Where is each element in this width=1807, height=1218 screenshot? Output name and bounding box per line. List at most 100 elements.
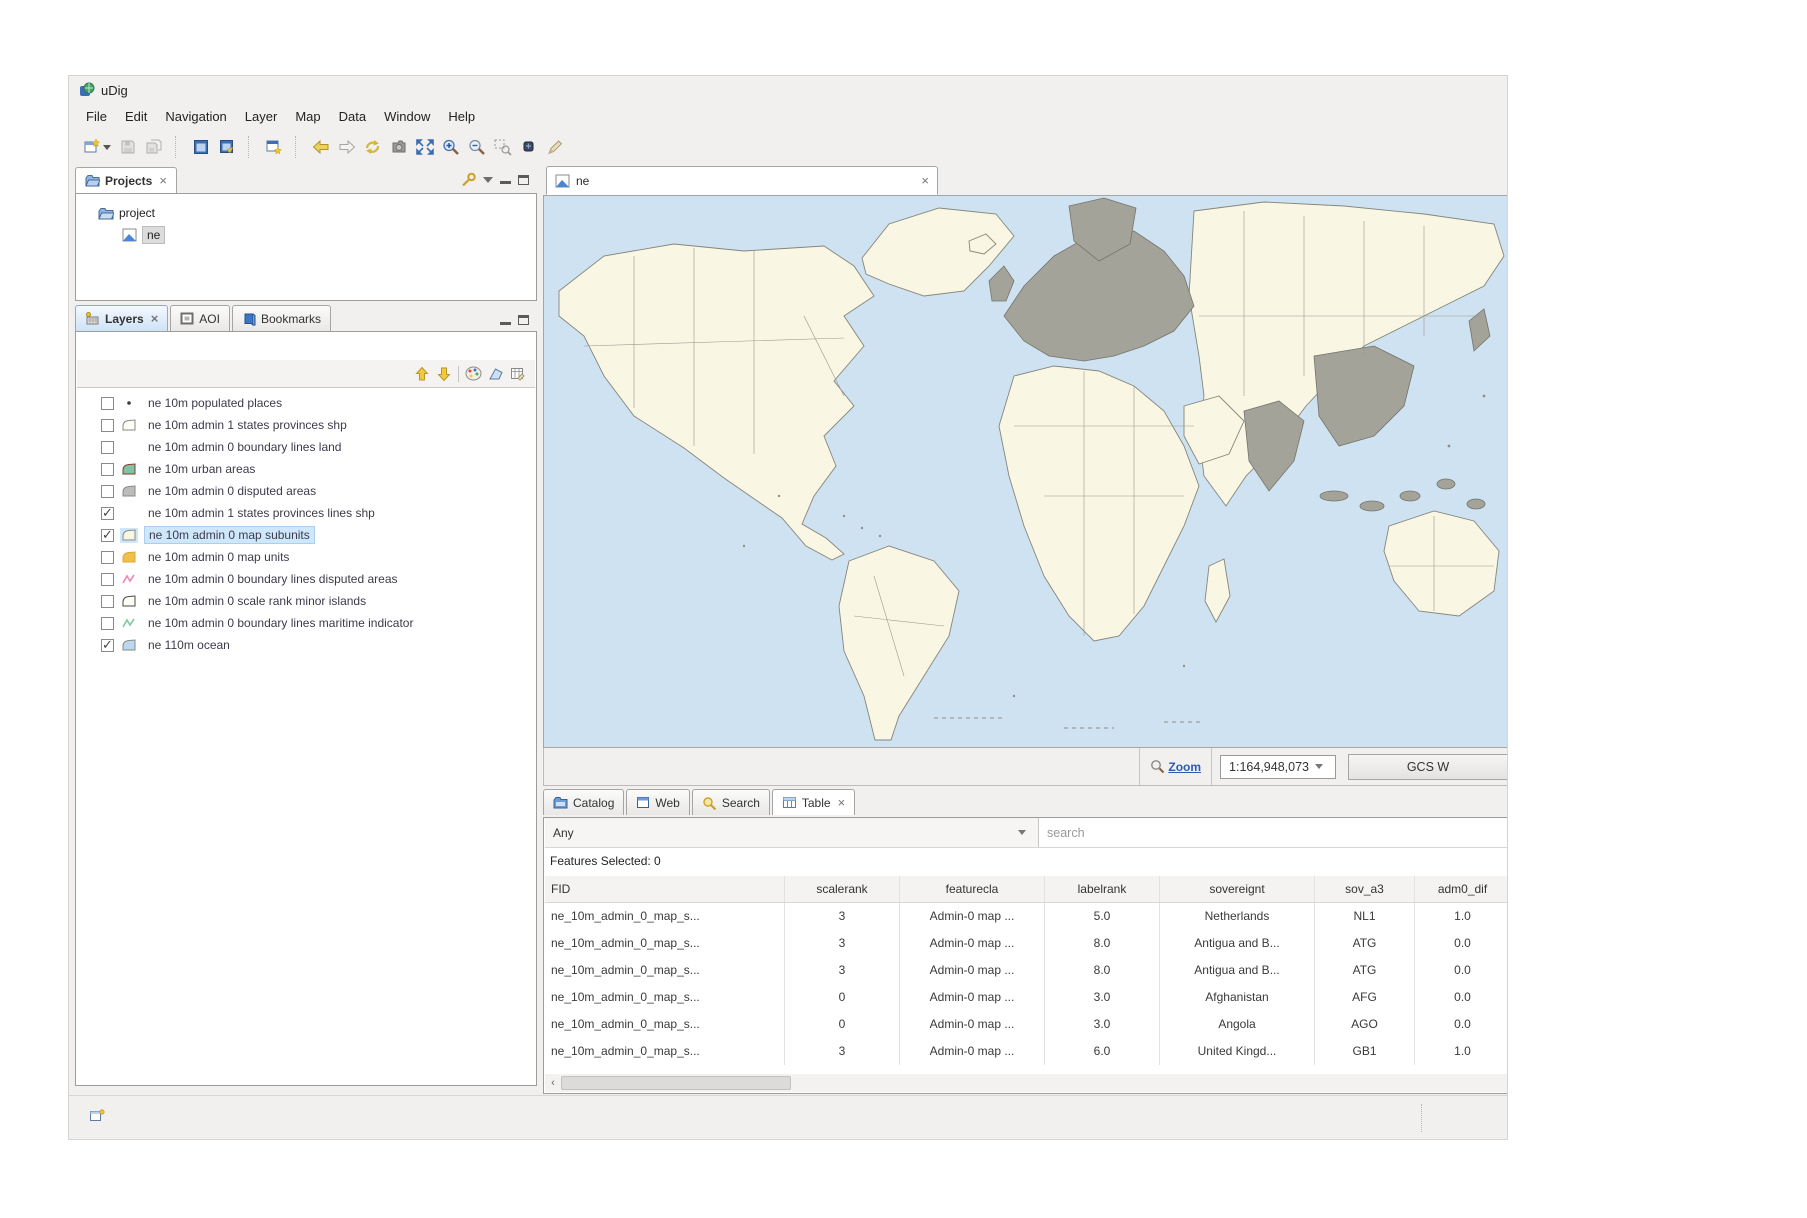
menu-data[interactable]: Data xyxy=(330,106,375,127)
col-labelrank[interactable]: labelrank xyxy=(1045,876,1160,902)
tab-ne-map[interactable]: ne × xyxy=(546,166,938,195)
add-layer-icon[interactable] xyxy=(261,134,287,160)
close-icon[interactable]: × xyxy=(149,314,159,324)
menu-navigation[interactable]: Navigation xyxy=(156,106,235,127)
menu-map[interactable]: Map xyxy=(286,106,329,127)
new-map-window-icon[interactable] xyxy=(214,134,240,160)
layer-checkbox[interactable] xyxy=(101,529,114,542)
layer-checkbox[interactable] xyxy=(101,595,114,608)
fast-view-icon[interactable] xyxy=(89,1108,105,1123)
save-all-icon[interactable] xyxy=(141,134,167,160)
layer-row-populated-places[interactable]: ne 10m populated places xyxy=(77,392,535,414)
menu-file[interactable]: File xyxy=(77,106,116,127)
edit-pencil-icon[interactable] xyxy=(542,134,568,160)
layer-checkbox[interactable] xyxy=(101,507,114,520)
zoom-in-icon[interactable] xyxy=(438,134,464,160)
new-map-icon[interactable] xyxy=(79,134,105,160)
save-icon[interactable] xyxy=(115,134,141,160)
col-sovereignt[interactable]: sovereignt xyxy=(1160,876,1315,902)
table-row[interactable]: ne_10m_admin_0_map_s... 3 Admin-0 map ..… xyxy=(545,957,1507,984)
style-palette-icon[interactable] xyxy=(465,366,482,381)
menu-layer[interactable]: Layer xyxy=(236,106,287,127)
layer-row-ocean[interactable]: ne 110m ocean xyxy=(77,634,535,656)
open-table-icon[interactable] xyxy=(510,366,527,381)
layer-checkbox[interactable] xyxy=(101,441,114,454)
table-row[interactable]: ne_10m_admin_0_map_s... 0 Admin-0 map ..… xyxy=(545,1011,1507,1038)
crs-button[interactable]: GCS W xyxy=(1348,754,1508,780)
commit-icon[interactable] xyxy=(386,134,412,160)
col-fid[interactable]: FID xyxy=(545,876,785,902)
tab-layers[interactable]: Layers × xyxy=(75,305,168,331)
bottom-tab-row: Catalog Web Search Table × xyxy=(543,788,1508,815)
layer-row-boundary-disputed[interactable]: ne 10m admin 0 boundary lines disputed a… xyxy=(77,568,535,590)
layer-row-map-subunits[interactable]: ne 10m admin 0 map subunits xyxy=(77,524,535,546)
layer-checkbox[interactable] xyxy=(101,485,114,498)
menu-edit[interactable]: Edit xyxy=(116,106,156,127)
layer-row-boundary-land[interactable]: ne 10m admin 0 boundary lines land xyxy=(77,436,535,458)
layer-checkbox[interactable] xyxy=(101,617,114,630)
tab-table[interactable]: Table × xyxy=(772,789,855,815)
col-featurecla[interactable]: featurecla xyxy=(900,876,1045,902)
view-menu-icon[interactable] xyxy=(483,177,493,183)
tree-item-project[interactable]: project xyxy=(98,202,536,224)
maximize-icon[interactable] xyxy=(518,315,529,325)
tree-item-ne-map[interactable]: ne xyxy=(122,224,536,246)
new-map-dropdown-icon[interactable] xyxy=(103,145,111,150)
tab-web[interactable]: Web xyxy=(626,789,689,815)
horizontal-scrollbar[interactable]: ‹ xyxy=(545,1074,1507,1092)
table-row[interactable]: ne_10m_admin_0_map_s... 3 Admin-0 map ..… xyxy=(545,930,1507,957)
layer-row-disputed-areas[interactable]: ne 10m admin 0 disputed areas xyxy=(77,480,535,502)
tab-projects[interactable]: Projects × xyxy=(75,167,177,193)
attribute-filter-combo[interactable]: Any xyxy=(545,818,1039,847)
zoom-selection-icon[interactable] xyxy=(490,134,516,160)
col-scalerank[interactable]: scalerank xyxy=(785,876,900,902)
layer-row-maritime-indicator[interactable]: ne 10m admin 0 boundary lines maritime i… xyxy=(77,612,535,634)
pan-icon[interactable] xyxy=(516,134,542,160)
open-map-icon[interactable] xyxy=(188,134,214,160)
layer-checkbox[interactable] xyxy=(101,463,114,476)
menu-help[interactable]: Help xyxy=(439,106,484,127)
zoom-extent-icon[interactable] xyxy=(412,134,438,160)
layer-row-urban-areas[interactable]: ne 10m urban areas xyxy=(77,458,535,480)
close-icon[interactable]: × xyxy=(836,798,846,808)
search-input[interactable] xyxy=(1039,818,1507,847)
layer-checkbox[interactable] xyxy=(101,573,114,586)
edit-geometry-icon[interactable] xyxy=(488,366,504,381)
zoom-out-icon[interactable] xyxy=(464,134,490,160)
tab-aoi[interactable]: AOI xyxy=(170,305,230,331)
col-sov-a3[interactable]: sov_a3 xyxy=(1315,876,1415,902)
layer-row-admin1-lines[interactable]: ne 10m admin 1 states provinces lines sh… xyxy=(77,502,535,524)
scale-combo[interactable]: 1:164,948,073 xyxy=(1220,755,1336,779)
close-icon[interactable]: × xyxy=(157,176,167,186)
layer-checkbox[interactable] xyxy=(101,397,114,410)
table-row-clipped[interactable]: ne_10m_admin_0_map_s... 3 Admin-0 map ..… xyxy=(545,1038,1507,1065)
menu-window[interactable]: Window xyxy=(375,106,439,127)
blank-symbol xyxy=(120,506,138,521)
move-layer-down-icon[interactable] xyxy=(436,366,452,382)
layer-row-map-units[interactable]: ne 10m admin 0 map units xyxy=(77,546,535,568)
tab-search[interactable]: Search xyxy=(692,789,770,815)
zoom-link[interactable]: Zoom xyxy=(1168,760,1201,774)
layer-checkbox[interactable] xyxy=(101,639,114,652)
back-icon[interactable] xyxy=(308,134,334,160)
close-icon[interactable]: × xyxy=(919,176,929,186)
minimize-icon[interactable] xyxy=(500,175,511,184)
layer-row-admin1-provinces[interactable]: ne 10m admin 1 states provinces shp xyxy=(77,414,535,436)
scroll-left-icon[interactable]: ‹ xyxy=(545,1075,561,1091)
move-layer-up-icon[interactable] xyxy=(414,366,430,382)
scrollbar-thumb[interactable] xyxy=(561,1076,791,1090)
minimize-icon[interactable] xyxy=(500,316,511,325)
table-row[interactable]: ne_10m_admin_0_map_s... 3 Admin-0 map ..… xyxy=(545,903,1507,930)
layer-checkbox[interactable] xyxy=(101,551,114,564)
layer-row-minor-islands[interactable]: ne 10m admin 0 scale rank minor islands xyxy=(77,590,535,612)
layer-checkbox[interactable] xyxy=(101,419,114,432)
table-row[interactable]: ne_10m_admin_0_map_s... 0 Admin-0 map ..… xyxy=(545,984,1507,1011)
forward-icon[interactable] xyxy=(334,134,360,160)
refresh-icon[interactable] xyxy=(360,134,386,160)
maximize-icon[interactable] xyxy=(518,175,529,185)
wrench-icon[interactable] xyxy=(461,172,476,187)
map-canvas[interactable] xyxy=(543,196,1508,748)
col-adm0-dif[interactable]: adm0_dif xyxy=(1415,876,1507,902)
tab-bookmarks[interactable]: Bookmarks xyxy=(232,305,331,331)
tab-catalog[interactable]: Catalog xyxy=(543,789,624,815)
